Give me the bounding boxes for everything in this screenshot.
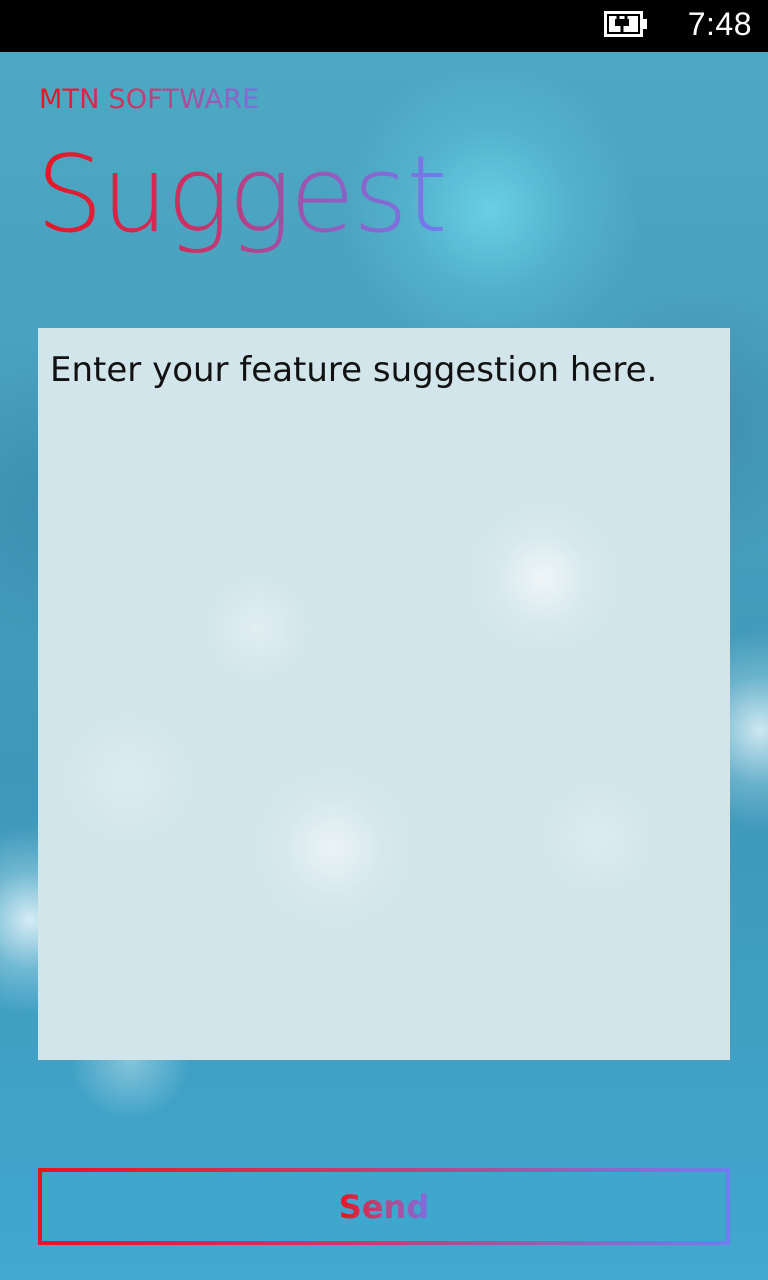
page-title: Suggest (36, 130, 448, 260)
send-button[interactable]: Send (38, 1168, 730, 1245)
status-bar: 7:48 (0, 0, 768, 52)
send-button-label: Send (338, 1187, 430, 1226)
app-name: MTN SOFTWARE (39, 84, 260, 115)
suggest-screen: 7:48 MTN SOFTWARE Suggest Send (0, 0, 768, 1280)
battery-charging-icon (604, 11, 648, 37)
clock: 7:48 (687, 6, 752, 42)
suggestion-input[interactable] (38, 328, 730, 1060)
